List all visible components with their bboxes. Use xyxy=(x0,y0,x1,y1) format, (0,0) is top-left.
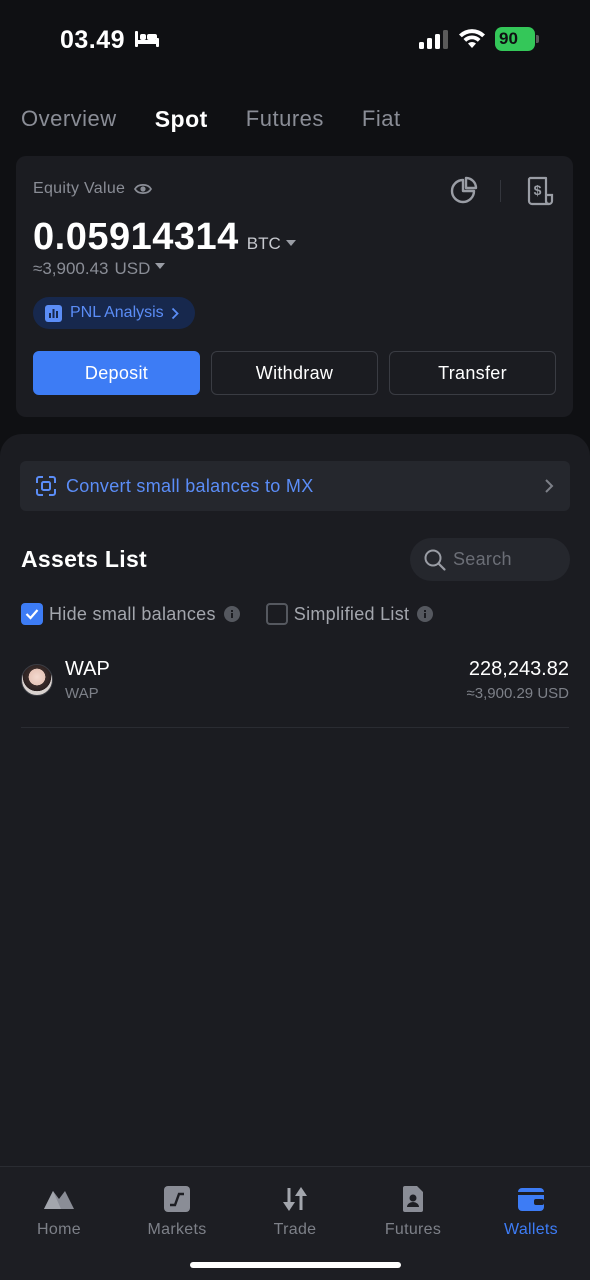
equity-value: 0.05914314 xyxy=(33,216,239,258)
equity-label: Equity Value xyxy=(33,180,126,197)
nav-trade[interactable]: Trade xyxy=(236,1185,354,1239)
chevron-right-icon xyxy=(545,479,554,493)
caret-down-icon xyxy=(155,263,166,269)
status-time: 03.49 xyxy=(60,26,126,54)
asset-name: WAP xyxy=(65,685,99,702)
equity-label-row: Equity Value xyxy=(33,180,153,198)
asset-filters: Hide small balances Simplified List xyxy=(21,603,434,625)
battery-cap xyxy=(536,35,539,43)
action-buttons: Deposit Withdraw Transfer xyxy=(33,351,567,395)
battery-level: 90 xyxy=(499,29,518,48)
nav-markets-label: Markets xyxy=(147,1221,207,1238)
convert-icon xyxy=(36,476,56,496)
home-indicator[interactable] xyxy=(190,1262,401,1268)
futures-icon xyxy=(403,1186,423,1212)
hide-small-balances-checkbox[interactable] xyxy=(21,603,43,625)
equity-card: Equity Value $ 0.05914314 BTC ≈3,900.43 … xyxy=(16,156,573,417)
hide-small-balances-label[interactable]: Hide small balances xyxy=(49,604,216,625)
asset-usd-value: ≈3,900.29 USD xyxy=(466,685,569,702)
asset-avatar xyxy=(21,664,53,696)
asset-row[interactable]: WAP WAP 228,243.82 ≈3,900.29 USD xyxy=(21,652,569,728)
markets-icon xyxy=(164,1186,190,1212)
pnl-analysis-button[interactable]: PNL Analysis xyxy=(33,297,195,329)
assets-list-title: Assets List xyxy=(21,546,148,572)
bill-icon[interactable]: $ xyxy=(525,175,555,207)
usd-value-row[interactable]: ≈3,900.43 USD xyxy=(33,259,166,279)
transfer-button[interactable]: Transfer xyxy=(389,351,556,395)
wallet-tabs: Overview Spot Futures Fiat xyxy=(21,104,439,136)
info-icon[interactable] xyxy=(417,606,434,622)
tab-overview[interactable]: Overview xyxy=(21,104,117,136)
simplified-list-checkbox[interactable] xyxy=(265,603,288,625)
tab-spot[interactable]: Spot xyxy=(155,104,208,136)
sleep-focus-icon xyxy=(135,31,159,47)
nav-futures[interactable]: Futures xyxy=(354,1185,472,1239)
search-input[interactable]: Search xyxy=(410,538,570,581)
checkmark-icon xyxy=(25,609,39,620)
withdraw-button[interactable]: Withdraw xyxy=(211,351,378,395)
equity-value-row: 0.05914314 BTC xyxy=(33,216,296,259)
caret-down-icon xyxy=(285,240,296,246)
bar-chart-icon xyxy=(45,304,62,322)
info-icon[interactable] xyxy=(223,606,240,622)
chevron-right-icon xyxy=(171,307,179,319)
pnl-analysis-label: PNL Analysis xyxy=(70,304,164,321)
svg-text:$: $ xyxy=(534,182,542,198)
usd-value: ≈3,900.43 xyxy=(33,259,109,278)
trade-icon xyxy=(283,1187,307,1211)
card-divider xyxy=(500,180,501,202)
deposit-button[interactable]: Deposit xyxy=(33,351,200,395)
cellular-signal-icon xyxy=(419,30,448,49)
status-bar: 03.49 90 xyxy=(0,0,590,80)
wifi-icon xyxy=(459,29,485,48)
convert-label: Convert small balances to MX xyxy=(66,475,314,496)
assets-panel: Convert small balances to MX Assets List… xyxy=(0,434,590,1280)
nav-wallets[interactable]: Wallets xyxy=(472,1185,590,1239)
wallet-icon xyxy=(518,1188,544,1211)
usd-unit: USD xyxy=(114,259,151,278)
nav-trade-label: Trade xyxy=(273,1221,317,1238)
pie-chart-icon[interactable] xyxy=(448,176,478,206)
wallet-screen: 03.49 90 Overview Spot Futures Fiat Equi… xyxy=(0,0,590,1280)
search-icon xyxy=(424,549,446,571)
nav-home[interactable]: Home xyxy=(0,1185,118,1239)
equity-unit: BTC xyxy=(246,234,281,253)
nav-futures-label: Futures xyxy=(384,1221,442,1238)
tab-fiat[interactable]: Fiat xyxy=(362,104,401,136)
asset-amount: 228,243.82 xyxy=(468,658,569,680)
battery-indicator: 90 xyxy=(495,27,535,51)
nav-wallets-label: Wallets xyxy=(504,1221,558,1238)
convert-small-balances-banner[interactable]: Convert small balances to MX xyxy=(20,461,570,511)
search-placeholder: Search xyxy=(453,549,512,569)
asset-symbol: WAP xyxy=(65,658,110,680)
simplified-list-label[interactable]: Simplified List xyxy=(294,604,410,625)
nav-home-label: Home xyxy=(37,1221,81,1238)
nav-markets[interactable]: Markets xyxy=(118,1185,236,1239)
equity-unit-selector[interactable]: BTC xyxy=(247,234,296,254)
tab-futures[interactable]: Futures xyxy=(246,104,324,136)
home-icon xyxy=(44,1191,74,1209)
eye-icon[interactable] xyxy=(134,182,153,196)
